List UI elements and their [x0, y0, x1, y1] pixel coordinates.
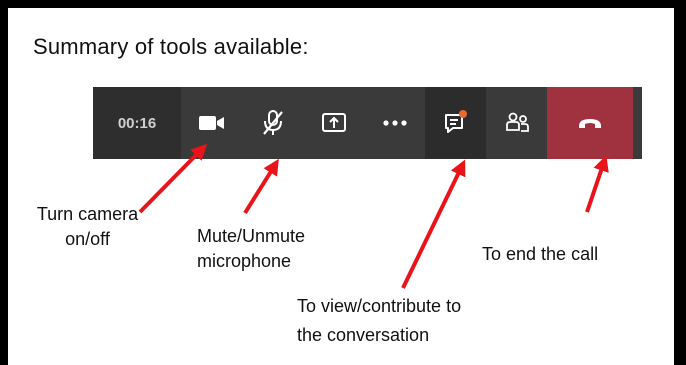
arrow-end-call: [585, 155, 609, 213]
camera-annotation-line2: on/off: [65, 229, 110, 249]
conversation-annotation-line1: To view/contribute to: [297, 296, 462, 316]
conversation-annotation-line2: the conversation: [297, 325, 430, 345]
conversation-annotation: To view/contribute to the conversation: [297, 294, 461, 348]
camera-annotation: Turn camera on/off: [20, 202, 155, 252]
end-call-annotation: To end the call: [482, 244, 599, 264]
mute-annotation-line2: microphone: [197, 251, 292, 271]
mute-annotation-line1: Mute/Unmute: [197, 226, 306, 246]
arrow-mute: [243, 158, 279, 215]
camera-annotation-line1: Turn camera: [36, 204, 139, 224]
mute-annotation: Mute/Unmute microphone: [197, 224, 305, 274]
arrow-chat: [401, 159, 466, 289]
